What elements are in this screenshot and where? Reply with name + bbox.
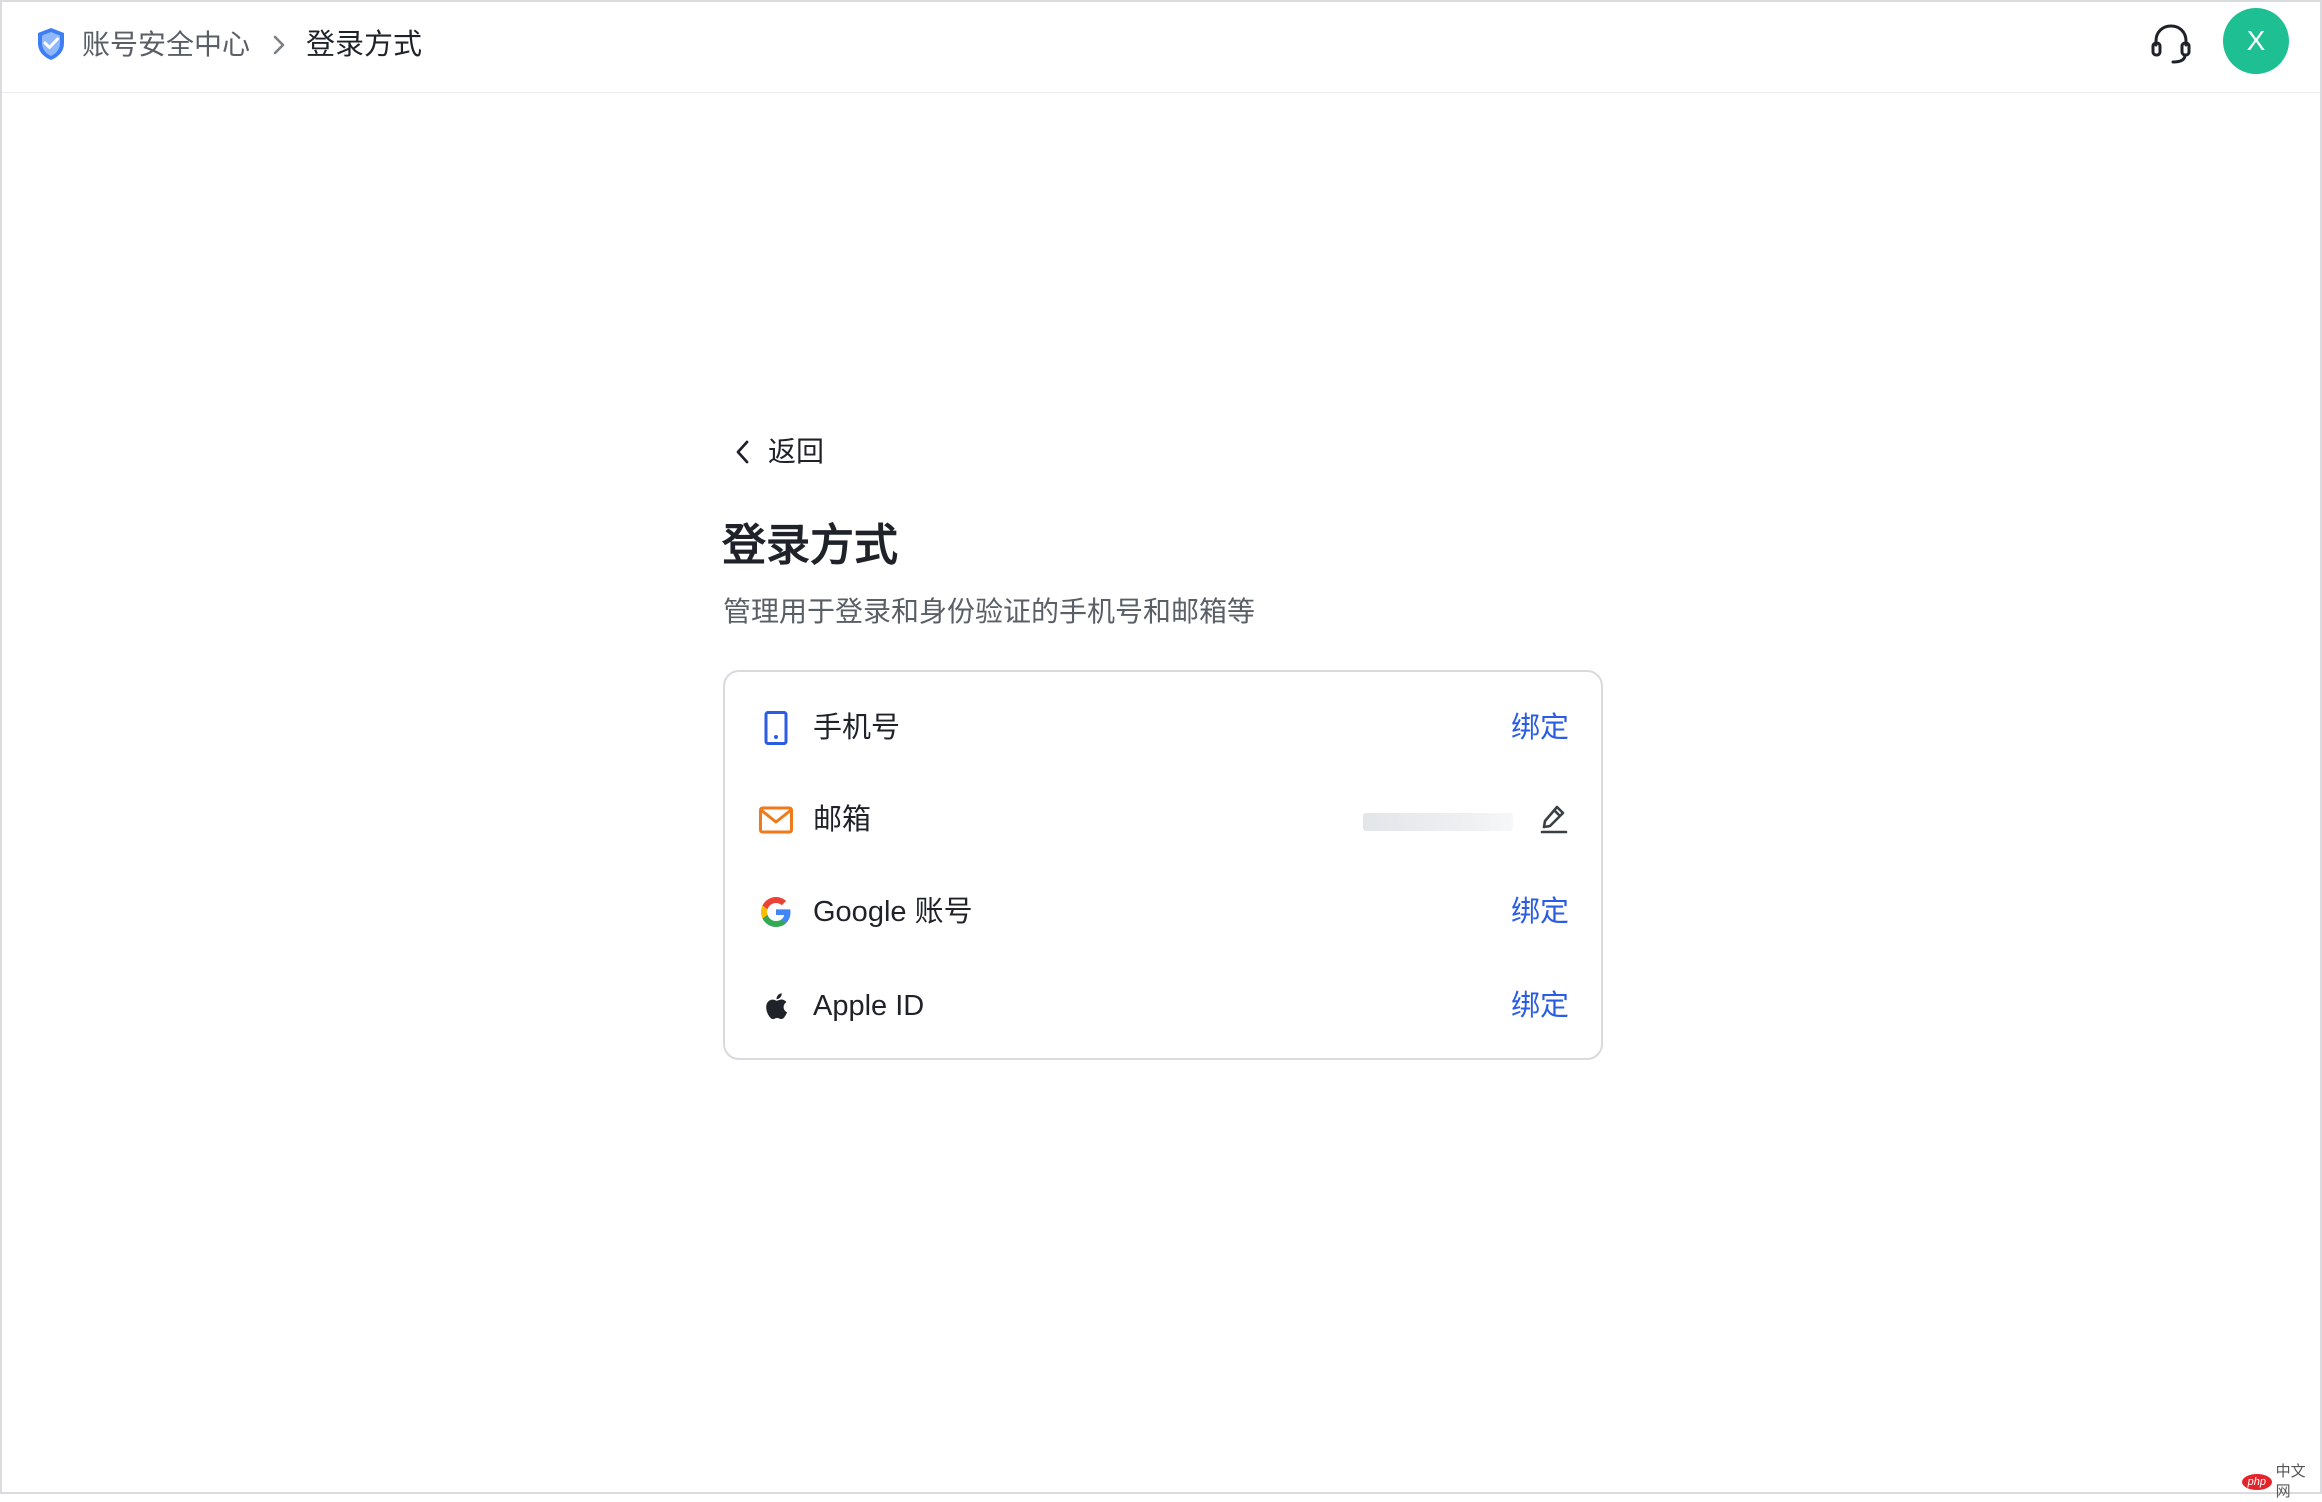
page-title: 登录方式: [722, 521, 898, 570]
login-method-apple: Apple ID 绑定: [725, 960, 1601, 1052]
method-label: 邮箱: [813, 804, 872, 836]
google-icon: [761, 897, 791, 927]
watermark-logo: php: [2242, 1474, 2272, 1490]
bind-phone-button[interactable]: 绑定: [1511, 706, 1569, 750]
phone-icon: [764, 711, 788, 745]
login-method-google: Google 账号 绑定: [725, 866, 1601, 958]
headset-icon[interactable]: [2149, 21, 2193, 67]
apple-icon: [766, 993, 788, 1020]
method-label: Apple ID: [813, 990, 925, 1022]
edit-icon[interactable]: [1539, 803, 1569, 835]
shield-icon: [38, 28, 64, 60]
watermark: php 中文网: [2242, 1463, 2320, 1500]
top-bar: 账号安全中心 登录方式 X: [2, 2, 2320, 93]
chevron-right-icon: [273, 35, 285, 55]
login-method-phone: 手机号 绑定: [725, 682, 1601, 774]
back-label: 返回: [768, 436, 825, 467]
bind-apple-button[interactable]: 绑定: [1511, 984, 1569, 1028]
chevron-left-icon: [736, 440, 749, 464]
login-methods-card: 手机号 绑定 邮箱 Google 账号 绑定 Apple ID 绑定: [723, 670, 1603, 1060]
app-window: 账号安全中心 登录方式 X 返回 登录方式 管理用于登录和身份验证的手机号和邮箱…: [0, 0, 2322, 1500]
breadcrumb-current: 登录方式: [306, 29, 423, 61]
bind-google-button[interactable]: 绑定: [1511, 890, 1569, 934]
user-avatar[interactable]: X: [2223, 8, 2289, 74]
method-label: 手机号: [813, 712, 901, 744]
email-value-masked: [1363, 813, 1513, 831]
page-subtitle: 管理用于登录和身份验证的手机号和邮箱等: [723, 596, 1256, 627]
method-label: Google 账号: [813, 896, 973, 928]
mail-icon: [759, 806, 793, 834]
watermark-text: 中文网: [2275, 1463, 2306, 1500]
back-button[interactable]: 返回: [732, 430, 824, 474]
breadcrumb-root[interactable]: 账号安全中心: [82, 24, 250, 66]
login-method-email: 邮箱: [725, 774, 1601, 866]
